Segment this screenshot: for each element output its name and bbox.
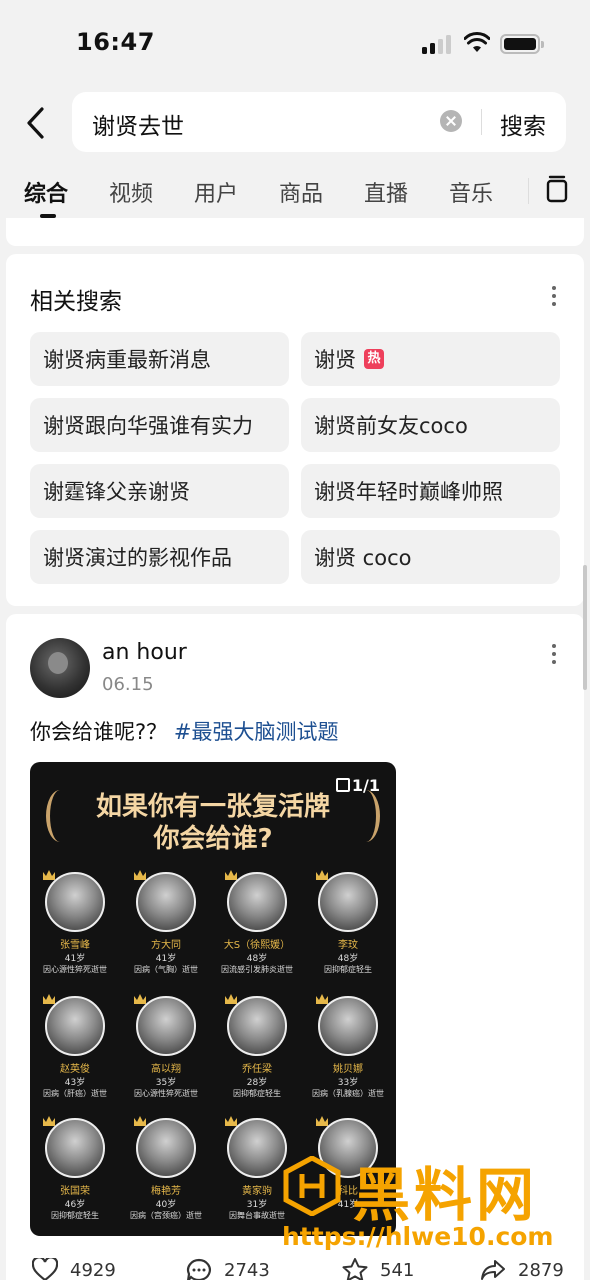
post-date: 06.15 [102,674,154,695]
portrait-icon [316,994,378,1056]
related-searches-title: 相关搜索 [30,289,122,315]
share-icon [481,1260,505,1280]
person-card: 李玟 48岁 因抑郁症轻生 [303,870,393,975]
heart-icon [32,1258,58,1280]
status-bar: 16:47 [0,0,590,88]
watermark-logo-icon [283,1156,341,1216]
portrait-icon [225,1116,287,1178]
tab-products[interactable]: 商品 [279,176,323,208]
tab-live[interactable]: 直播 [364,176,408,208]
hashtag-link[interactable]: #最强大脑测试题 [174,720,339,744]
search-input[interactable]: 谢贤去世 搜索 [72,92,566,152]
comment-icon [187,1258,211,1280]
favorite-button[interactable]: 541 [342,1258,414,1280]
watermark-url: https://hlwe10.com [282,1222,554,1251]
portrait-icon [134,994,196,1056]
chevron-left-icon [27,107,44,139]
person-card: 大S（徐熙媛） 48岁 因流感引发肺炎逝世 [212,870,302,975]
portrait-icon [225,994,287,1056]
portrait-icon [134,870,196,932]
related-search-chip[interactable]: 谢贤热 [301,332,560,386]
image-headline-2: 你会给谁? [153,824,273,854]
previous-result-card [6,218,584,246]
comment-button[interactable]: 2743 [186,1258,270,1280]
star-icon [342,1258,368,1280]
person-card: 高以翔 35岁 因心源性猝死逝世 [121,994,211,1099]
person-card: 赵英俊 43岁 因病（肝癌）逝世 [30,994,120,1099]
watermark-title: 黑料网 [352,1161,539,1229]
avatar[interactable] [30,638,90,698]
portrait-icon [134,1116,196,1178]
related-search-chip[interactable]: 谢贤前女友coco [301,398,560,452]
person-card: 张国荣 46岁 因抑郁症轻生 [30,1116,120,1221]
person-card: 方大同 41岁 因病（气胸）逝世 [121,870,211,975]
clear-icon[interactable] [440,110,462,132]
search-button[interactable]: 搜索 [500,107,546,141]
tab-users[interactable]: 用户 [194,176,238,208]
portrait-icon [43,994,105,1056]
post-author[interactable]: an hour [102,640,187,665]
portrait-icon [225,870,287,932]
related-search-chip[interactable]: 谢贤 coco [301,530,560,584]
share-button[interactable]: 2879 [480,1258,564,1280]
more-options-icon[interactable] [544,284,564,308]
like-button[interactable]: 4929 [32,1258,116,1280]
portrait-icon [43,870,105,932]
tab-comprehensive[interactable]: 综合 [24,176,68,208]
wifi-icon [464,32,490,52]
watermark-badge [538,1172,582,1216]
search-header: 谢贤去世 搜索 [0,92,590,154]
status-time: 16:47 [76,28,155,56]
person-card: 张雪峰 41岁 因心源性猝死逝世 [30,870,120,975]
watermark: 黑料网 https://hlwe10.com [282,1148,582,1256]
post-text: 你会给谁呢?？ #最强大脑测试题 [30,720,339,744]
related-search-chip[interactable]: 谢贤跟向华强谁有实力 [30,398,289,452]
portrait-icon [43,1116,105,1178]
post-action-bar: 4929 2743 541 2879 [0,1258,590,1280]
related-searches-card: 相关搜索 谢贤病重最新消息 谢贤热 谢贤跟向华强谁有实力 谢贤前女友coco 谢… [6,254,584,606]
related-search-chip[interactable]: 谢贤演过的影视作品 [30,530,289,584]
hot-badge: 热 [364,349,384,369]
tab-video[interactable]: 视频 [109,176,153,208]
person-card: 梅艳芳 40岁 因病（宫颈癌）逝世 [121,1116,211,1221]
tab-music[interactable]: 音乐 [449,176,493,208]
person-card: 姚贝娜 33岁 因病（乳腺癌）逝世 [303,994,393,1099]
filter-panel-icon[interactable] [536,168,580,212]
scrollbar[interactable] [583,565,587,690]
person-card: 乔任梁 28岁 因抑郁症轻生 [212,994,302,1099]
search-divider [481,109,482,135]
post-more-options-icon[interactable] [544,642,564,666]
search-query-text[interactable]: 谢贤去世 [92,107,184,141]
related-search-chip[interactable]: 谢霆锋父亲谢贤 [30,464,289,518]
related-search-chip[interactable]: 谢贤病重最新消息 [30,332,289,386]
tab-separator [528,178,529,204]
back-button[interactable] [18,104,52,142]
portrait-icon [316,870,378,932]
cellular-signal-icon [422,34,454,54]
battery-icon [500,34,544,54]
related-search-chip[interactable]: 谢贤年轻时巅峰帅照 [301,464,560,518]
result-tabs: 综合 视频 用户 商品 直播 音乐 [0,168,590,218]
